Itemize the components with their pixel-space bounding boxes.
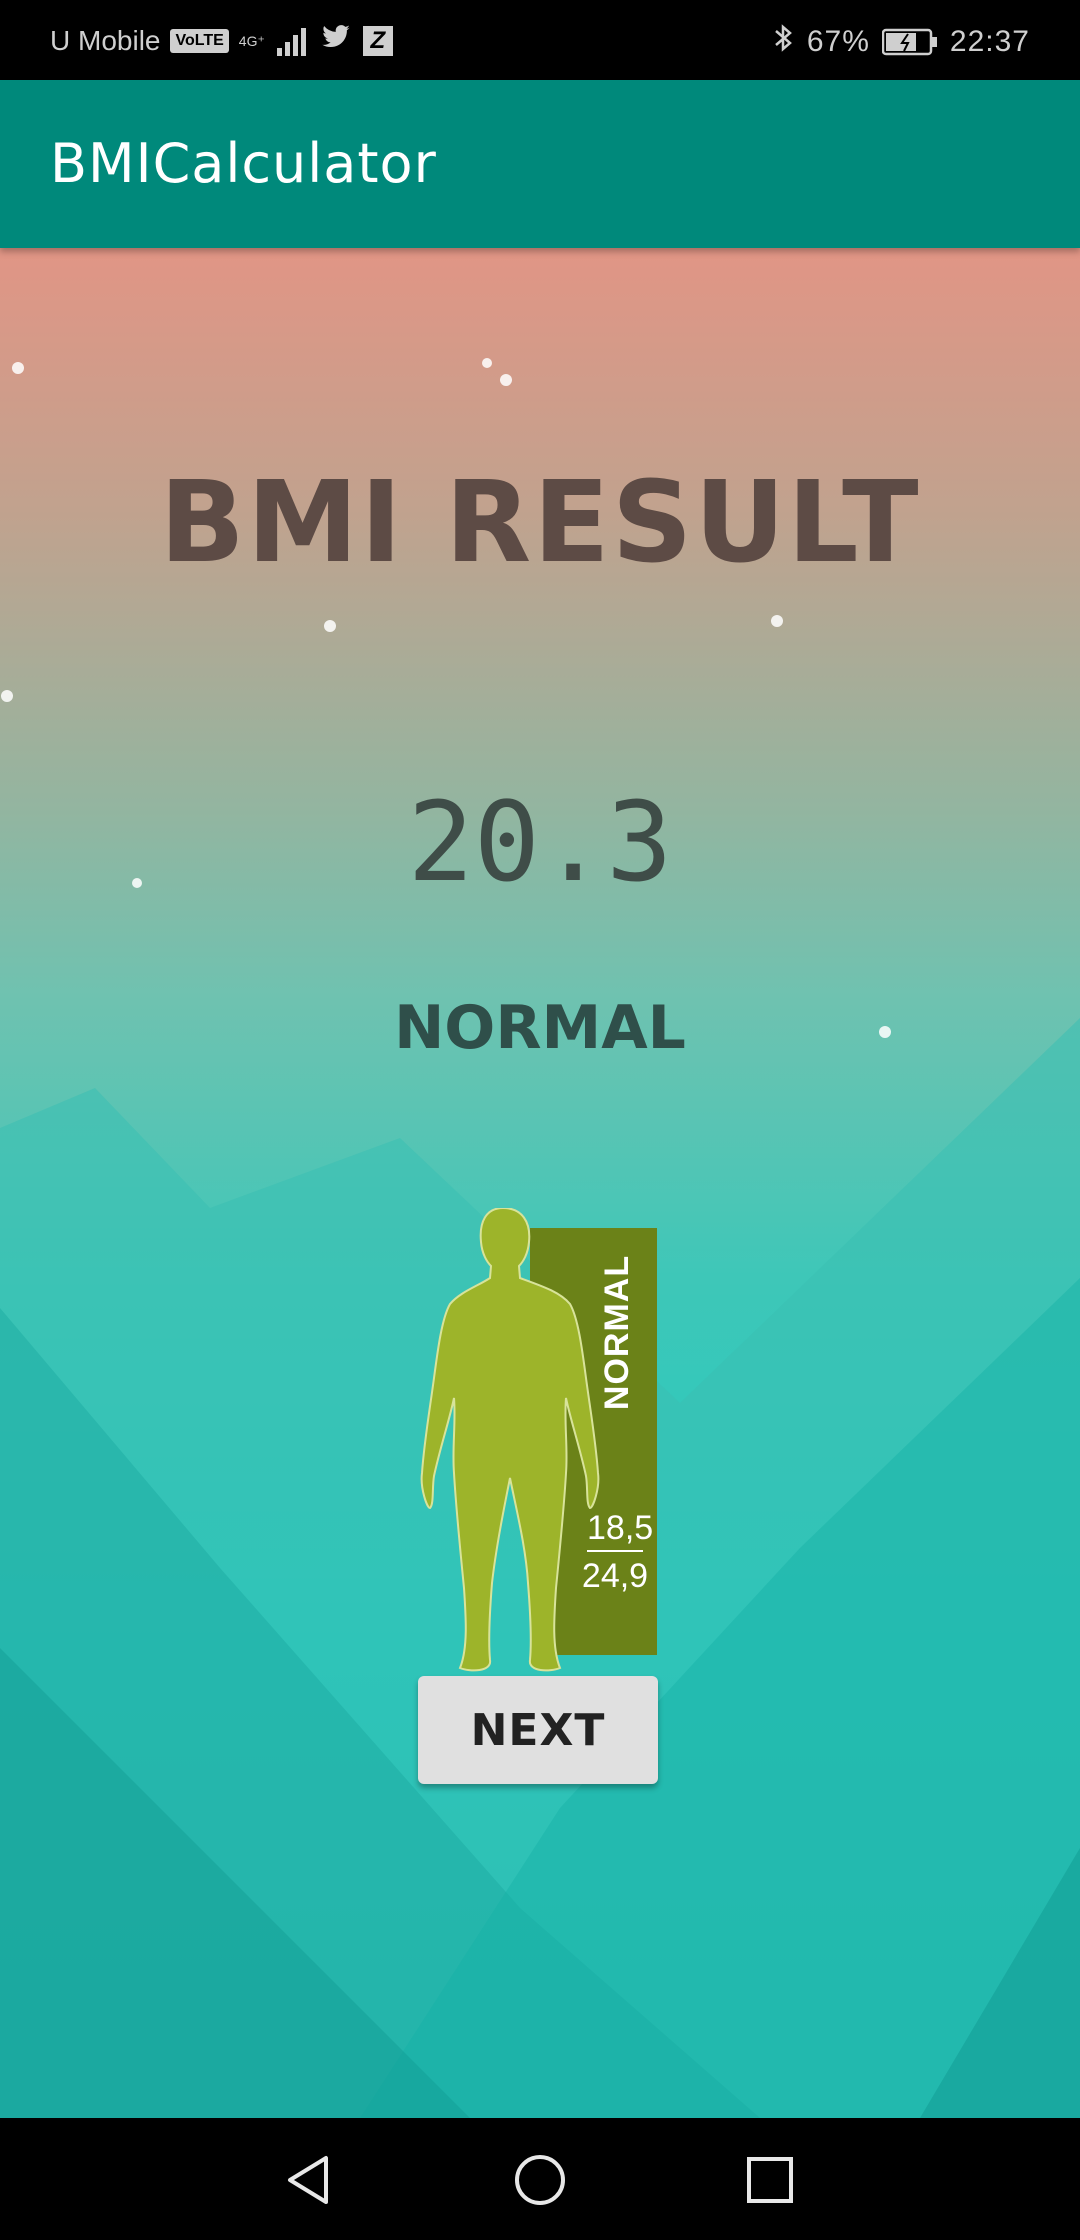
app-bar: BMICalculator (0, 80, 1080, 248)
volte-badge: VoLTE (170, 28, 229, 53)
carrier-name: U Mobile (50, 24, 161, 56)
recent-apps-icon[interactable] (740, 2150, 800, 2210)
app-title: BMICalculator (50, 132, 437, 195)
bmi-category-figure: NORMAL 18,5 24,9 (400, 1208, 670, 1678)
network-type: 4G⁺ (238, 32, 265, 49)
navigation-bar (0, 2118, 1080, 2240)
battery-percent: 67% (806, 25, 870, 58)
app-notification-icon: Z (362, 25, 393, 56)
range-high: 24,9 (581, 1557, 649, 1595)
result-screen: BMI RESULT 20.3 NORMAL NORMAL 18,5 24,9 (0, 248, 1080, 2118)
bmi-range: 18,5 24,9 (575, 1508, 655, 1596)
back-icon[interactable] (280, 2150, 340, 2210)
range-low: 18,5 (587, 1508, 653, 1552)
status-right: 67% 22:37 (773, 22, 1030, 62)
home-icon[interactable] (510, 2150, 570, 2210)
band-label-text: NORMAL (598, 1254, 637, 1411)
status-left: U Mobile VoLTE 4G⁺ Z (50, 22, 393, 59)
status-bar: U Mobile VoLTE 4G⁺ Z 67% 22:37 (0, 0, 1080, 80)
bmi-category: NORMAL (394, 993, 686, 1063)
clock: 22:37 (949, 25, 1030, 58)
bmi-value: 20.3 (407, 778, 673, 906)
signal-icon (275, 26, 309, 56)
battery-icon (881, 28, 938, 56)
next-button[interactable]: NEXT (418, 1676, 658, 1784)
result-title: BMI RESULT (159, 458, 921, 588)
bluetooth-icon (773, 22, 795, 62)
twitter-icon (319, 22, 353, 59)
